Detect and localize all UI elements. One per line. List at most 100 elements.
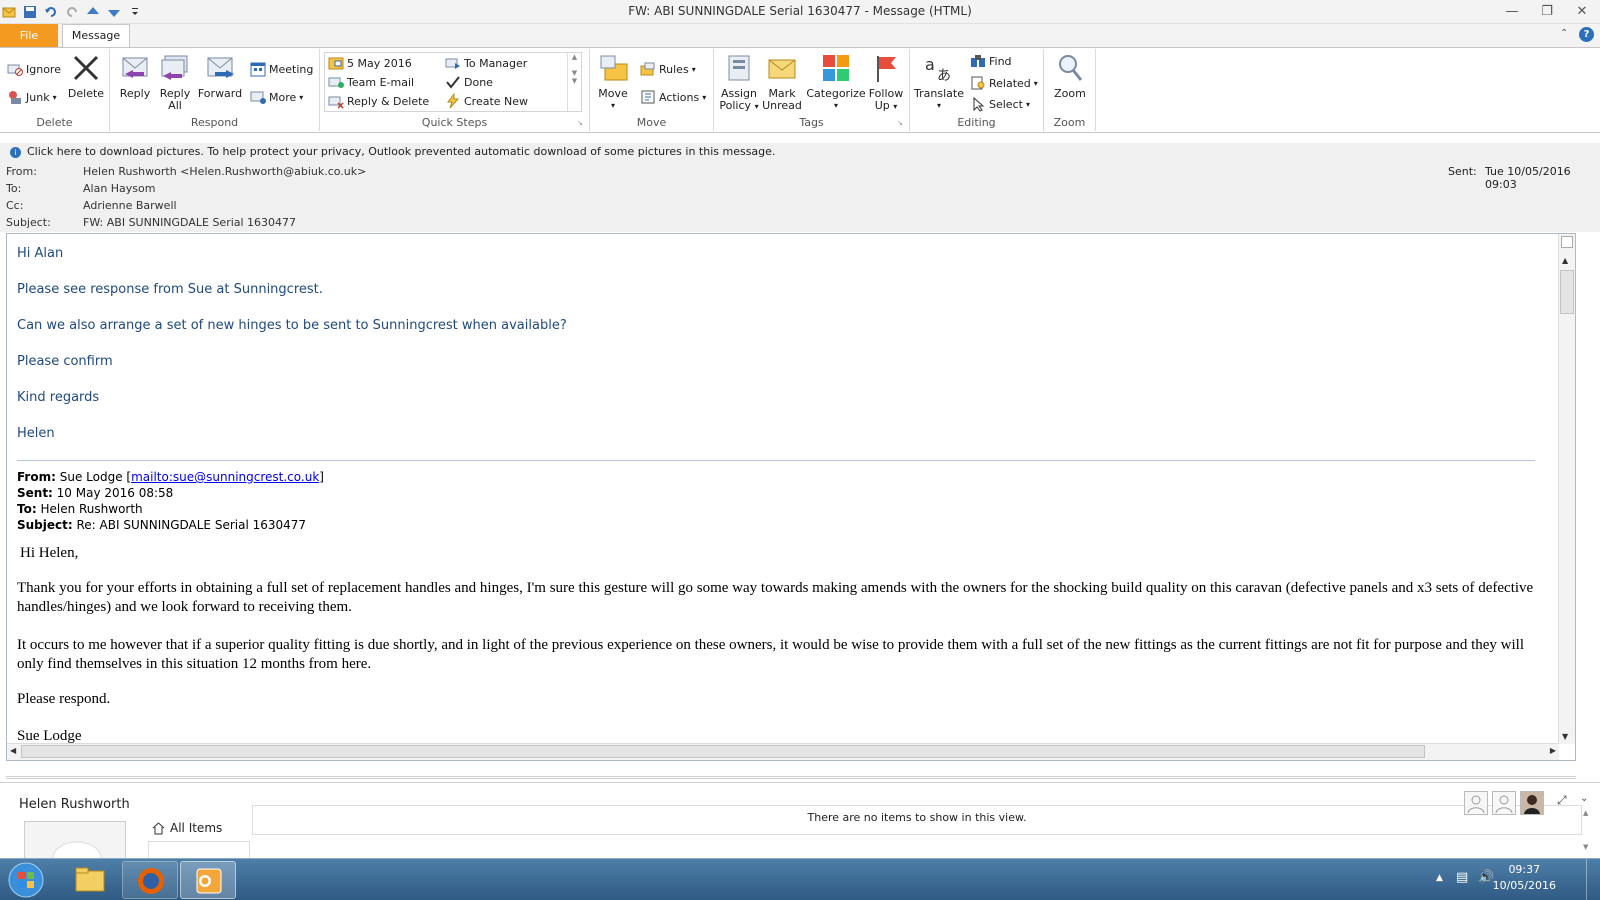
reply-all-icon [161,55,188,80]
quickstep-item[interactable]: 5 May 2016 [328,53,412,73]
reply-all-button[interactable]: Reply All [157,52,193,112]
taskbar-explorer[interactable] [62,861,118,899]
quickstep-item[interactable]: Team E-mail [328,72,414,92]
person-thumbnail[interactable] [1464,791,1488,815]
more-label: More [269,90,297,104]
contact-photo[interactable] [1520,791,1544,815]
find-button[interactable]: Find [970,51,1012,71]
related-label: Related [989,76,1031,90]
scroll-down-arrow-icon[interactable]: ▼ [1583,843,1588,851]
firefox-icon [138,868,164,894]
subject-label: Subject: [6,216,51,229]
move-group-label: Move [636,116,667,129]
from-value[interactable]: Helen Rushworth <Helen.Rushworth@abiuk.c… [83,165,366,178]
cursor-icon [973,96,985,112]
reply-button[interactable]: Reply [117,52,153,100]
junk-button[interactable]: Junk ▾ [7,87,57,107]
people-pane-tab-list [148,841,250,859]
reply-icon [122,57,148,78]
translate-button[interactable]: aあ Translate ▾ [914,52,964,112]
quickstep-item[interactable]: Done [445,72,493,92]
categorize-icon [823,55,849,81]
forward-label: Forward [197,87,243,100]
mark-unread-button[interactable]: Mark Unread [762,52,802,112]
quickstep-item[interactable]: Create New [445,91,528,111]
move-button[interactable]: Move ▾ [595,52,631,112]
tab-file[interactable]: File [0,24,58,48]
tab-message[interactable]: Message [62,24,130,48]
respond-group: Reply Reply All Forward Meeting More ▾ R… [110,49,320,131]
ignore-button[interactable]: Ignore [7,59,61,79]
chevron-down-icon: ▾ [754,102,759,111]
quick-steps-gallery: 5 May 2016 To Manager Team E-mail Done R… [324,52,582,112]
window-title: FW: ABI SUNNINGDALE Serial 1630477 - Mes… [628,4,972,18]
tags-group-label: Tags [799,116,824,129]
delete-button[interactable]: Delete [66,52,106,100]
dialog-launcher-icon[interactable]: ↘ [577,119,583,127]
maximize-button[interactable]: ❐ [1532,2,1562,22]
person-thumbnail[interactable] [1492,791,1516,815]
taskbar: ▲ ▤ 🔊 09:37 10/05/2016 [0,858,1600,900]
editing-group-label: Editing [957,116,996,129]
meeting-button[interactable]: Meeting [250,59,313,79]
related-icon [971,76,985,90]
photo-icon [1524,795,1540,814]
related-button[interactable]: Related ▾ [970,73,1038,93]
horizontal-scroll-thumb[interactable] [21,745,1425,758]
taskbar-firefox[interactable] [122,861,178,899]
more-respond-button[interactable]: More ▾ [250,87,303,107]
ignore-icon [7,64,23,76]
chevron-down-icon: ▾ [691,64,696,74]
gallery-scroll[interactable]: ▲ ▼ ▼ [567,53,581,111]
scroll-options-icon[interactable] [1561,236,1573,248]
scroll-thumb[interactable] [1560,270,1574,314]
show-hidden-icons[interactable]: ▲ [1436,873,1443,883]
network-icon[interactable]: ▤ [1456,870,1468,885]
help-icon[interactable]: ? [1579,27,1594,42]
chevron-down-icon: ▾ [1033,78,1038,88]
message-body[interactable]: Hi Alan Please see response from Sue at … [6,233,1576,761]
body-line: Helen [17,426,55,441]
scroll-up-arrow-icon[interactable]: ▲ [1562,256,1568,265]
cc-value[interactable]: Adrienne Barwell [83,199,177,212]
scroll-up-arrow-icon[interactable]: ▲ [1583,809,1588,817]
dialog-launcher-icon[interactable]: ↘ [897,119,903,127]
minimize-ribbon-icon[interactable]: ⌃ [1560,28,1568,39]
actions-button[interactable]: Actions ▾ [640,87,706,107]
zoom-button[interactable]: Zoom [1048,52,1092,100]
to-value[interactable]: Alan Haysom [83,182,156,195]
quickstep-item[interactable]: To Manager [445,53,527,73]
minimize-button[interactable]: — [1497,2,1527,22]
collapse-pane-icon[interactable]: ⌄ [1580,793,1588,804]
zoom-label: Zoom [1054,87,1086,100]
mailto-link[interactable]: mailto:sue@sunningcrest.co.uk [131,470,319,484]
close-button[interactable]: ✕ [1567,2,1597,22]
junk-icon [9,91,21,104]
categorize-button[interactable]: Categorize ▾ [806,52,866,112]
body-line: Hi Alan [17,246,64,261]
picture-download-infobar[interactable]: i Click here to download pictures. To hel… [0,143,1600,160]
scroll-right-arrow-icon[interactable]: ▶ [1550,746,1556,755]
magnifier-icon [1059,55,1083,81]
assign-policy-button[interactable]: Assign Policy ▾ [719,52,759,113]
select-button[interactable]: Select ▾ [970,94,1030,114]
all-items-tab[interactable]: All Items [152,821,222,835]
quickstep-item[interactable]: Reply & Delete [328,91,429,111]
chevron-down-icon: ▾ [299,92,304,102]
system-clock[interactable]: 09:37 10/05/2016 [1493,862,1556,894]
forward-arrow-icon [445,58,460,69]
horizontal-scrollbar[interactable]: ◀ ▶ [7,743,1559,760]
follow-up-button[interactable]: Follow Up ▾ [866,52,906,113]
vertical-scrollbar[interactable]: ▲ ▼ [1558,234,1575,744]
forward-button[interactable]: Forward [197,52,243,100]
show-desktop-button[interactable] [1586,859,1600,900]
scroll-down-arrow-icon[interactable]: ▼ [1562,732,1568,741]
rules-button[interactable]: Rules ▾ [640,59,696,79]
expand-pane-icon[interactable]: ⤢ [1557,793,1567,808]
start-button[interactable] [6,861,46,899]
contact-silhouette-icon [52,841,102,875]
taskbar-outlook[interactable] [180,861,236,899]
people-pane-splitter[interactable] [6,776,1576,779]
to-label: To: [6,182,22,195]
scroll-left-arrow-icon[interactable]: ◀ [10,746,16,755]
